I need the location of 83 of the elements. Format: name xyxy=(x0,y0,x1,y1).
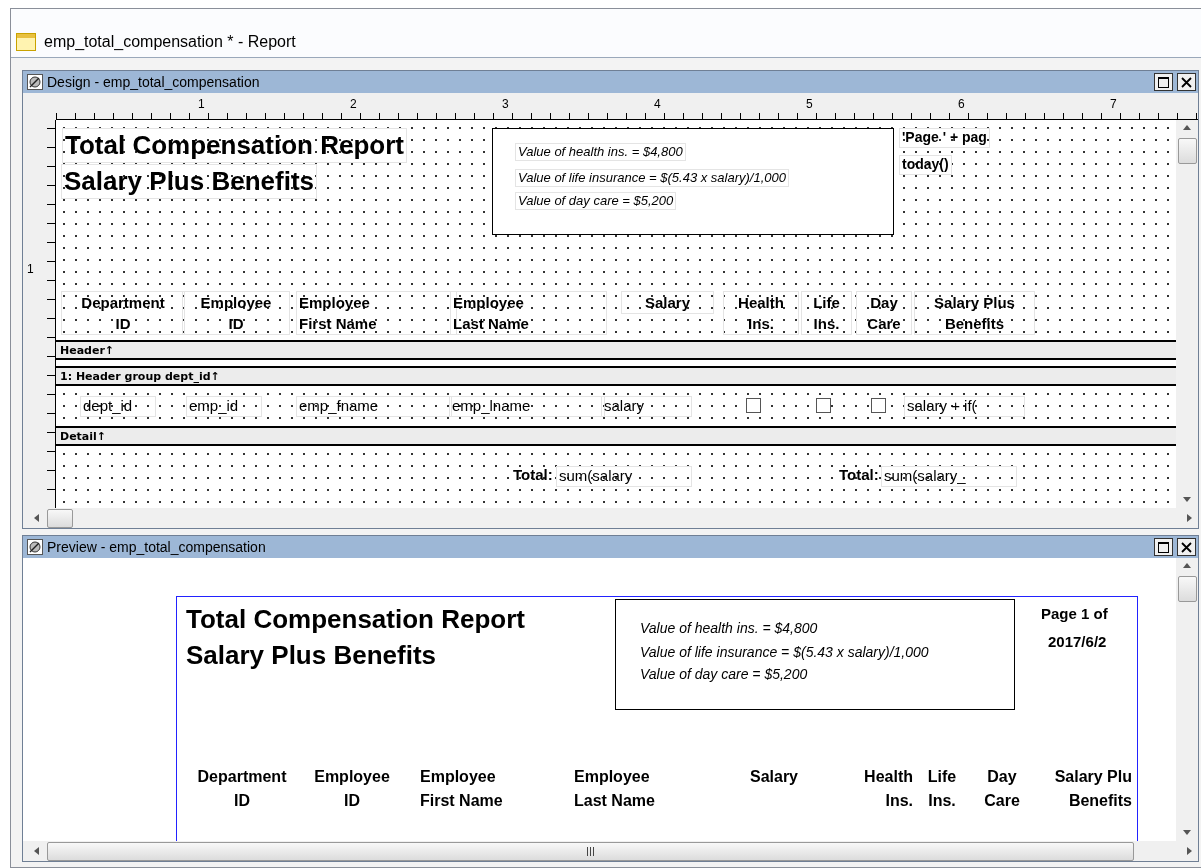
note-text: Value of day care = $5,200 xyxy=(640,666,808,684)
band-bar[interactable]: Header↑ xyxy=(56,340,1176,360)
report-title: Salary Plus Benefits xyxy=(61,164,317,199)
vertical-scrollbar[interactable] xyxy=(1176,558,1198,841)
note-text: Value of health ins. = $4,800 xyxy=(515,143,686,162)
column-heading: Health Ins. xyxy=(723,291,799,335)
column-heading: Salary Plus Benefits xyxy=(914,291,1035,335)
close-button[interactable] xyxy=(1177,73,1196,91)
scrollbar-thumb[interactable] xyxy=(1177,138,1197,164)
ruler-number: 4 xyxy=(654,97,661,111)
column-heading: Day Care xyxy=(983,767,1021,811)
band-bar[interactable]: Detail↑ xyxy=(56,426,1176,446)
field: emp_id xyxy=(186,396,262,417)
maximize-button[interactable] xyxy=(1154,538,1173,556)
checkbox[interactable] xyxy=(746,398,761,413)
report-title: Total Compensation Report xyxy=(62,128,407,163)
scrollbar-thumb[interactable] xyxy=(47,508,73,528)
vertical-scrollbar[interactable] xyxy=(1176,120,1198,508)
note-text: Value of life insurance = $(5.43 x salary)/1,000 xyxy=(515,169,789,188)
report-title: Total Compensation Report xyxy=(186,603,525,636)
field: dept_id xyxy=(80,396,156,417)
note-text: Value of life insurance = $(5.43 x salary)/1,000 xyxy=(640,644,929,662)
column-heading: Life Ins. xyxy=(926,767,958,811)
column-heading: Employee ID xyxy=(182,291,290,335)
pane-title: Preview - emp_total_compensation xyxy=(47,539,267,555)
field: salary xyxy=(601,396,692,417)
ruler-number: 1 xyxy=(198,97,205,111)
column-heading: Salary xyxy=(748,767,799,787)
column-heading: Life Ins. xyxy=(801,291,852,335)
horizontal-scrollbar[interactable] xyxy=(23,508,1198,528)
column-heading: Employee First Name xyxy=(420,767,504,811)
total-label: Total: xyxy=(513,466,553,485)
close-icon xyxy=(1181,541,1192,553)
column-heading: Department ID xyxy=(196,767,288,811)
scroll-down-icon[interactable] xyxy=(1183,496,1191,504)
column-heading: Salary xyxy=(621,291,714,314)
ruler-number: 1 xyxy=(27,262,34,276)
report-title: Salary Plus Benefits xyxy=(186,639,436,672)
note-text: Value of health ins. = $4,800 xyxy=(640,620,818,638)
field: salary + if( xyxy=(904,396,1025,417)
scrollbar-thumb[interactable] xyxy=(1177,576,1197,602)
scroll-left-icon[interactable] xyxy=(33,514,41,522)
ruler-number: 6 xyxy=(958,97,965,111)
grip-icon xyxy=(586,846,595,856)
column-heading: Employee Last Name xyxy=(574,767,656,811)
column-heading: Day Care xyxy=(856,291,912,335)
pane-icon xyxy=(27,74,43,90)
scroll-left-icon[interactable] xyxy=(33,847,41,855)
close-button[interactable] xyxy=(1177,538,1196,556)
pane-title: Design - emp_total_compensation xyxy=(47,74,261,90)
ruler-number: 2 xyxy=(350,97,357,111)
maximize-button[interactable] xyxy=(1154,73,1173,91)
close-icon xyxy=(1181,76,1192,88)
checkbox[interactable] xyxy=(871,398,886,413)
sum-expression: sum(salary xyxy=(556,466,692,487)
column-heading: Employee ID xyxy=(313,767,391,811)
report-icon xyxy=(16,33,36,51)
field: emp_lname xyxy=(449,396,605,417)
scroll-up-icon[interactable] xyxy=(1183,124,1191,132)
page-expression: 'Page ' + pag xyxy=(899,128,990,148)
scroll-right-icon[interactable] xyxy=(1186,847,1194,855)
page-number: Page 1 of xyxy=(1041,605,1108,624)
sum-expression: sum(salary_ xyxy=(881,466,1017,487)
scroll-right-icon[interactable] xyxy=(1186,514,1194,522)
ruler-number: 7 xyxy=(1110,97,1117,111)
total-label: Total: xyxy=(839,466,879,485)
checkbox[interactable] xyxy=(816,398,831,413)
ruler-number: 3 xyxy=(502,97,509,111)
ruler-number: 5 xyxy=(806,97,813,111)
column-heading: Salary Plu Benefits xyxy=(1053,767,1132,811)
scroll-up-icon[interactable] xyxy=(1183,562,1191,570)
report-date: 2017/6/2 xyxy=(1048,633,1107,652)
maximize-icon xyxy=(1158,541,1169,553)
window-title: emp_total_compensation * - Report xyxy=(44,33,296,51)
date-expression: today() xyxy=(899,155,952,175)
field: emp_fname xyxy=(296,396,452,417)
scroll-down-icon[interactable] xyxy=(1183,829,1191,837)
band-bar[interactable]: 1: Header group dept_id↑ xyxy=(56,366,1176,386)
column-heading: Department ID xyxy=(61,291,185,335)
pane-icon xyxy=(27,539,43,555)
maximize-icon xyxy=(1158,76,1169,88)
column-heading: Health Ins. xyxy=(863,767,913,811)
note-text: Value of day care = $5,200 xyxy=(515,192,677,211)
